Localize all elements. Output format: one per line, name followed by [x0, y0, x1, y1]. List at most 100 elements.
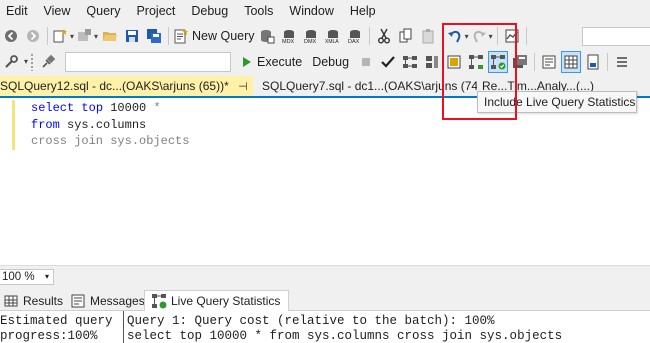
results-to-file-button[interactable]	[583, 51, 603, 73]
execute-button[interactable]: Execute	[238, 51, 302, 73]
client-statistics-icon	[513, 54, 528, 68]
comment-out-button[interactable]	[612, 51, 632, 73]
zoom-value: 100 %	[2, 271, 35, 283]
chevron-down-icon[interactable]: ▾	[70, 32, 74, 41]
xmla-query-button[interactable]: XMLA	[323, 25, 343, 47]
wrench-icon	[5, 54, 18, 68]
chevron-down-icon[interactable]: ▾	[24, 57, 28, 66]
menu-view[interactable]: View	[36, 0, 79, 22]
dmx-query-icon: DMX	[304, 30, 317, 44]
play-icon	[243, 56, 252, 67]
tab-sqlquery12-label: SQLQuery12.sql - dc...(OAKS\arjuns (65))…	[0, 79, 229, 93]
new-project-button[interactable]: ▾	[52, 25, 74, 47]
connect-icon	[42, 54, 56, 68]
save-button[interactable]	[122, 25, 142, 47]
tooltip: Include Live Query Statistics	[477, 91, 637, 113]
tab-messages-label: Messages	[90, 293, 145, 308]
client-statistics-button[interactable]	[510, 51, 530, 73]
code-line-1: select top 10000 *	[31, 101, 161, 116]
new-project-icon	[53, 29, 67, 43]
tab-results[interactable]: Results	[3, 290, 63, 311]
query-cost-text: Query 1: Query cost (relative to the bat…	[127, 314, 495, 328]
new-query-label: New Query	[192, 29, 255, 43]
dax-query-button[interactable]: DAX	[345, 25, 365, 47]
keyword: select	[31, 101, 75, 115]
estimated-progress-panel: Estimated query progress:100%	[0, 311, 124, 343]
intellisense-button[interactable]	[444, 51, 464, 73]
menu-help[interactable]: Help	[342, 0, 384, 22]
add-item-button[interactable]: ▾	[76, 25, 98, 47]
redo-button[interactable]: ▾	[471, 25, 493, 47]
menu-tools[interactable]: Tools	[236, 0, 281, 22]
actual-plan-button[interactable]	[466, 51, 486, 73]
code-text: cross join sys.objects	[31, 134, 190, 148]
chevron-down-icon[interactable]: ▾	[465, 32, 469, 41]
save-icon	[126, 30, 139, 42]
svg-text:DMX: DMX	[304, 39, 317, 44]
undo-button[interactable]: ▾	[447, 25, 469, 47]
query-editor[interactable]: select top 10000 * from sys.columns cros…	[0, 98, 650, 265]
cancel-query-button[interactable]	[356, 51, 376, 73]
stop-icon	[362, 57, 371, 66]
tab-live-query-statistics[interactable]: Live Query Statistics	[144, 290, 290, 312]
menu-query[interactable]: Query	[78, 0, 128, 22]
open-file-button[interactable]	[100, 25, 120, 47]
dmx-query-button[interactable]: DMX	[301, 25, 321, 47]
query-options-icon	[426, 55, 439, 68]
undo-icon	[447, 30, 460, 43]
toolbar-separator	[496, 27, 498, 45]
database-selector[interactable]	[65, 51, 232, 72]
menu-project[interactable]: Project	[128, 0, 183, 22]
chevron-down-icon[interactable]: ▾	[94, 32, 98, 41]
query-plan-panel[interactable]: Query 1: Query cost (relative to the bat…	[127, 311, 650, 343]
search-box[interactable]	[582, 27, 650, 46]
live-query-statistics-icon	[491, 54, 506, 69]
toolbar-grip[interactable]	[30, 52, 35, 71]
debug-button[interactable]: Debug	[309, 51, 349, 73]
copy-button[interactable]	[396, 25, 416, 47]
menu-window[interactable]: Window	[281, 0, 341, 22]
menu-debug[interactable]: Debug	[183, 0, 236, 22]
tab-messages[interactable]: Messages	[70, 290, 145, 311]
object-explorer-button[interactable]	[1, 51, 21, 73]
results-to-text-button[interactable]	[539, 51, 559, 73]
tab-sqlquery12[interactable]: SQLQuery12.sql - dc...(OAKS\arjuns (65))…	[0, 76, 253, 96]
live-query-statistics-icon	[152, 294, 167, 309]
toolbar-separator	[607, 52, 609, 71]
activity-monitor-button[interactable]	[502, 25, 522, 47]
actual-plan-icon	[469, 54, 484, 69]
new-query-button[interactable]: New Query	[173, 25, 255, 47]
menu-edit[interactable]: Edit	[0, 0, 36, 22]
copy-icon	[399, 28, 412, 43]
forward-button[interactable]	[23, 25, 43, 47]
paste-button[interactable]	[418, 25, 438, 47]
results-to-text-icon	[542, 55, 556, 68]
db-engine-query-button[interactable]	[257, 25, 277, 47]
parse-button[interactable]	[378, 51, 398, 73]
back-button[interactable]	[1, 25, 21, 47]
toolbar-separator	[441, 27, 443, 45]
debug-label: Debug	[312, 54, 350, 69]
execution-plan-icon	[403, 55, 418, 68]
connect-button[interactable]	[38, 51, 58, 73]
mdx-query-button[interactable]: MDX	[279, 25, 299, 47]
query-options-button[interactable]	[422, 51, 442, 73]
cut-button[interactable]	[374, 25, 394, 47]
tab-sqlquery7[interactable]: SQLQuery7.sql - dc1...(OAKS\arjuns (74))	[262, 76, 477, 96]
save-all-button[interactable]	[144, 25, 164, 47]
results-to-grid-button[interactable]	[561, 50, 582, 73]
intellisense-icon	[447, 55, 461, 68]
toolbar-separator	[368, 27, 370, 45]
scissors-icon	[377, 28, 390, 44]
zoom-selector[interactable]: 100 % ▾	[0, 269, 54, 285]
pin-icon[interactable]: ⊣	[238, 77, 248, 96]
ssms-window: Edit View Query Project Debug Tools Wind…	[0, 0, 650, 343]
display-estimated-plan-button[interactable]	[400, 51, 420, 73]
toolbar-separator	[525, 27, 527, 45]
chevron-down-icon[interactable]: ▾	[489, 32, 493, 41]
chevron-down-icon[interactable]: ▾	[45, 270, 49, 284]
toolbar-separator	[534, 52, 536, 71]
back-arrow-icon	[5, 30, 17, 42]
include-live-query-statistics-button[interactable]	[488, 50, 509, 73]
standard-toolbar: ▾ ▾ New Query MDX DMX XMLA DAX ▾ ▾	[0, 23, 650, 49]
